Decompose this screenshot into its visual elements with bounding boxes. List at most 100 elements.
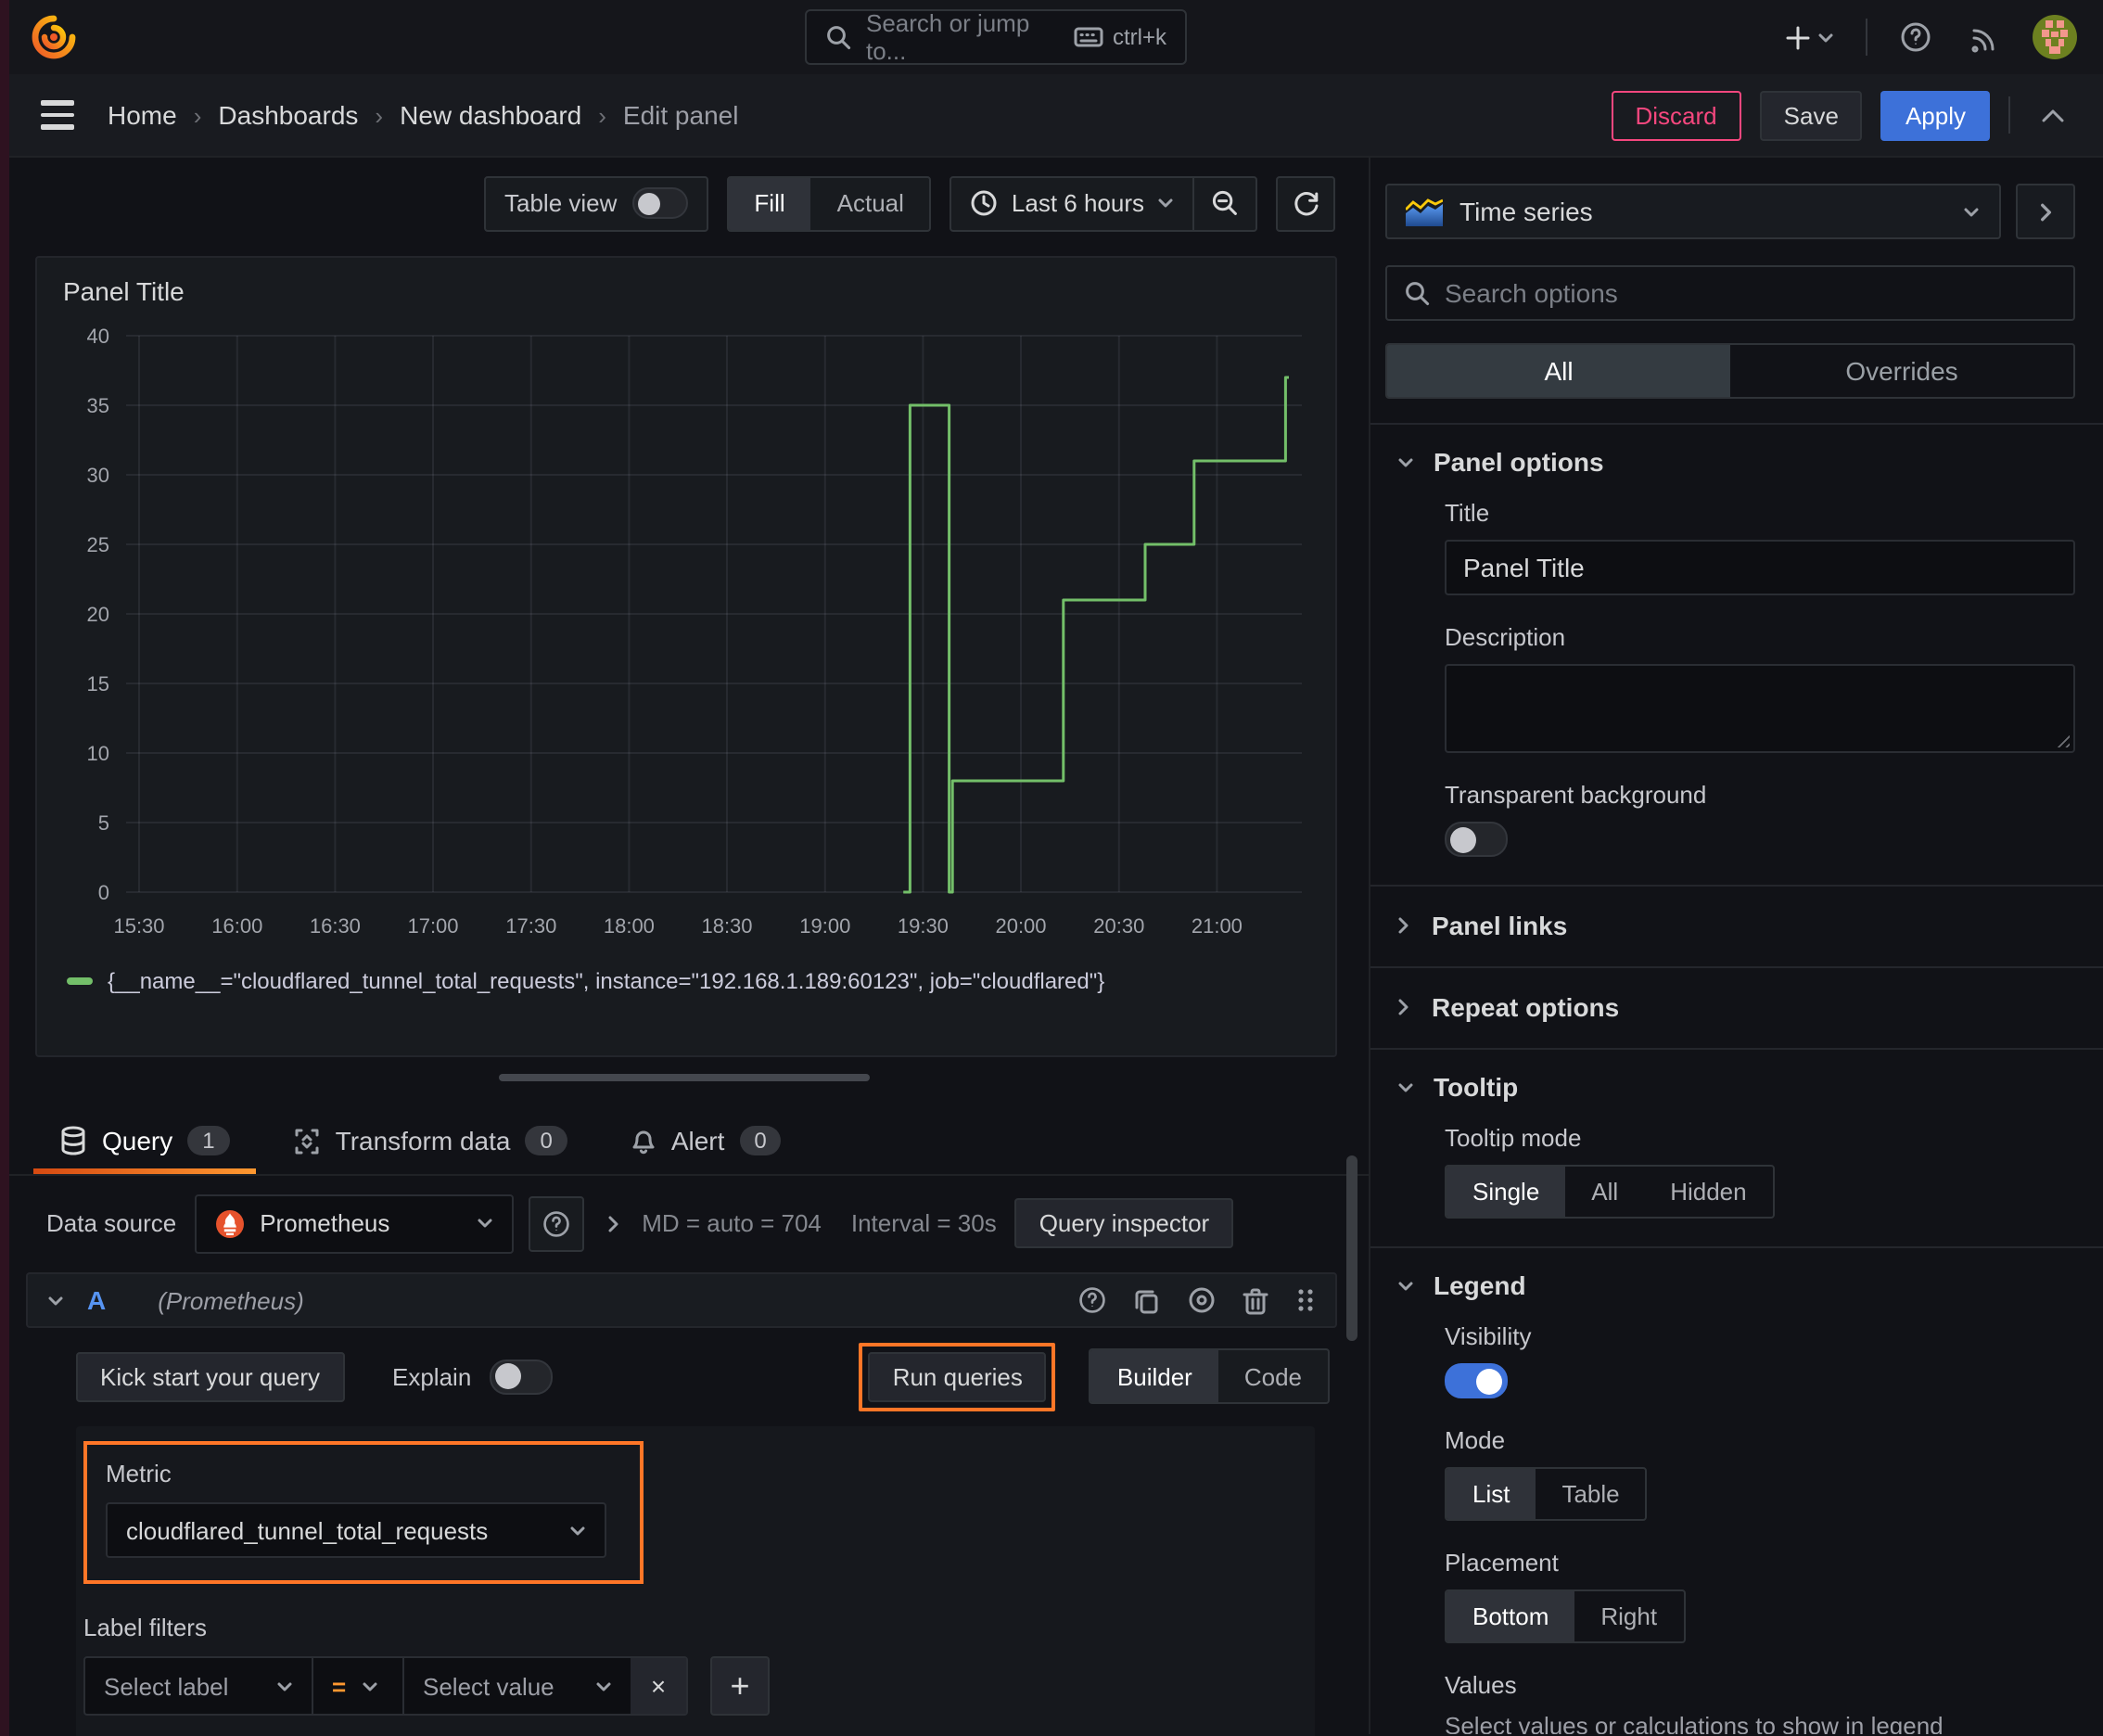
legend-mode-label: Mode [1445,1426,1506,1454]
operator-dropdown[interactable]: = [313,1658,402,1714]
breadcrumb-dashboards[interactable]: Dashboards [218,100,358,130]
tab-transform-data[interactable]: Transform data 0 [267,1107,593,1174]
placement-bottom-option[interactable]: Bottom [1447,1591,1575,1641]
repeat-options-section[interactable]: Repeat options [1385,968,2075,1024]
global-search[interactable]: Search or jump to... ctrl+k [805,9,1187,65]
panel-title-input[interactable] [1445,540,2075,595]
svg-text:40: 40 [87,325,109,348]
tooltip-mode-label: Tooltip mode [1445,1124,1582,1152]
panel-links-section[interactable]: Panel links [1385,887,2075,942]
visibility-label: Visibility [1445,1322,1532,1350]
table-view-label: Table view [504,189,618,217]
discard-button[interactable]: Discard [1611,90,1741,140]
zoom-out-icon [1212,190,1237,215]
options-search[interactable]: Search options [1385,265,2075,321]
new-menu-button[interactable] [1778,18,1840,57]
time-range-picker[interactable]: Last 6 hours [952,177,1192,229]
svg-text:0: 0 [98,881,109,904]
breadcrumb-new-dashboard[interactable]: New dashboard [400,100,581,130]
query-options-expander[interactable] [599,1206,627,1240]
delete-query-button[interactable] [1243,1286,1268,1314]
visualization-name: Time series [1459,197,1593,226]
grafana-logo[interactable] [30,13,78,61]
tab-query[interactable]: Query 1 [33,1107,256,1174]
help-button[interactable] [1893,15,1938,59]
tab-all[interactable]: All [1387,345,1730,397]
description-textarea[interactable] [1445,664,2075,753]
tooltip-header[interactable]: Tooltip [1396,1072,2075,1102]
legend-mode-switch: List Table [1445,1467,1648,1521]
tab-alert-label: Alert [670,1126,725,1155]
chart-legend-item[interactable]: {__name__="cloudflared_tunnel_total_requ… [63,964,1309,994]
svg-text:20: 20 [87,603,109,626]
chevron-down-icon [1158,198,1173,208]
zoom-out-time-button[interactable] [1192,177,1255,229]
panel-options-header[interactable]: Panel options [1396,447,2075,477]
chevron-down-icon [478,1219,492,1228]
chevron-down-icon [277,1681,292,1691]
search-icon [1406,282,1430,306]
select-label-placeholder: Select label [104,1672,229,1700]
clock-icon [972,190,998,216]
remove-filter-button[interactable]: × [631,1658,686,1714]
transparent-background-toggle[interactable] [1445,822,1508,857]
toggle-options-pane-button[interactable] [2016,184,2075,239]
query-inspector-button[interactable]: Query inspector [1014,1198,1234,1248]
news-button[interactable] [1964,16,2007,58]
code-option[interactable]: Code [1218,1350,1328,1402]
tooltip-hidden-option[interactable]: Hidden [1644,1167,1772,1217]
select-value-dropdown[interactable]: Select value [404,1658,631,1714]
run-queries-button[interactable]: Run queries [868,1351,1047,1401]
options-sidebar: Time series Search options All Overrides [1369,158,2103,1734]
query-row-header[interactable]: A (Prometheus) [26,1272,1337,1328]
fill-option[interactable]: Fill [728,177,811,229]
breadcrumb-home[interactable]: Home [108,100,177,130]
drag-query-handle[interactable] [1294,1287,1317,1313]
panel-edit-main: Table view Fill Actual Last 6 hours Pane… [0,158,1369,1736]
legend-header[interactable]: Legend [1396,1270,2075,1300]
help-icon [543,1210,569,1236]
legend-visibility-toggle[interactable] [1445,1363,1508,1398]
builder-option[interactable]: Builder [1090,1350,1218,1402]
toggle-query-visibility-button[interactable] [1187,1285,1217,1315]
pane-resize-handle[interactable] [499,1074,870,1081]
tab-overrides[interactable]: Overrides [1730,345,2073,397]
tooltip-title: Tooltip [1434,1072,1519,1102]
datasource-picker[interactable]: Prometheus [195,1194,515,1253]
table-view-toggle[interactable] [631,187,688,219]
refresh-button[interactable] [1276,175,1335,231]
tab-alert[interactable]: Alert 0 [605,1107,808,1174]
panel-options-title: Panel options [1434,447,1604,477]
chevron-right-icon [1398,917,1408,934]
add-filter-button[interactable]: + [710,1656,770,1716]
duplicate-query-button[interactable] [1133,1286,1161,1314]
datasource-name: Prometheus [260,1209,390,1237]
explain-control: Explain [392,1359,554,1394]
explain-toggle[interactable] [490,1359,554,1394]
collapse-options-button[interactable] [2029,99,2077,131]
tooltip-all-option[interactable]: All [1565,1167,1644,1217]
label-filters-section: Label filters Select label = Select valu… [83,1614,1293,1716]
select-label-dropdown[interactable]: Select label [85,1658,312,1714]
actual-option[interactable]: Actual [811,177,930,229]
kick-start-query-button[interactable]: Kick start your query [76,1351,344,1401]
tooltip-single-option[interactable]: Single [1447,1167,1566,1217]
user-avatar[interactable] [2033,15,2077,59]
chevron-down-icon [1818,32,1833,42]
options-search-placeholder: Search options [1445,278,1618,308]
topbar-divider [1866,19,1867,56]
legend-list-option[interactable]: List [1447,1469,1536,1519]
table-view-control: Table view [484,175,708,231]
refresh-icon [1294,192,1318,216]
placement-right-option[interactable]: Right [1574,1591,1683,1641]
metric-select[interactable]: cloudflared_tunnel_total_requests [106,1502,606,1558]
visualization-picker[interactable]: Time series [1385,184,2001,239]
save-button[interactable]: Save [1759,90,1863,140]
legend-table-option[interactable]: Table [1536,1469,1645,1519]
menu-toggle-button[interactable] [33,94,82,137]
query-editor: A (Prometheus) Kick start your query Exp… [26,1272,1337,1736]
main-scrollbar[interactable] [1346,1155,1357,1341]
query-help-button[interactable] [1077,1285,1107,1315]
datasource-help-button[interactable] [529,1195,585,1251]
apply-button[interactable]: Apply [1880,90,1990,140]
